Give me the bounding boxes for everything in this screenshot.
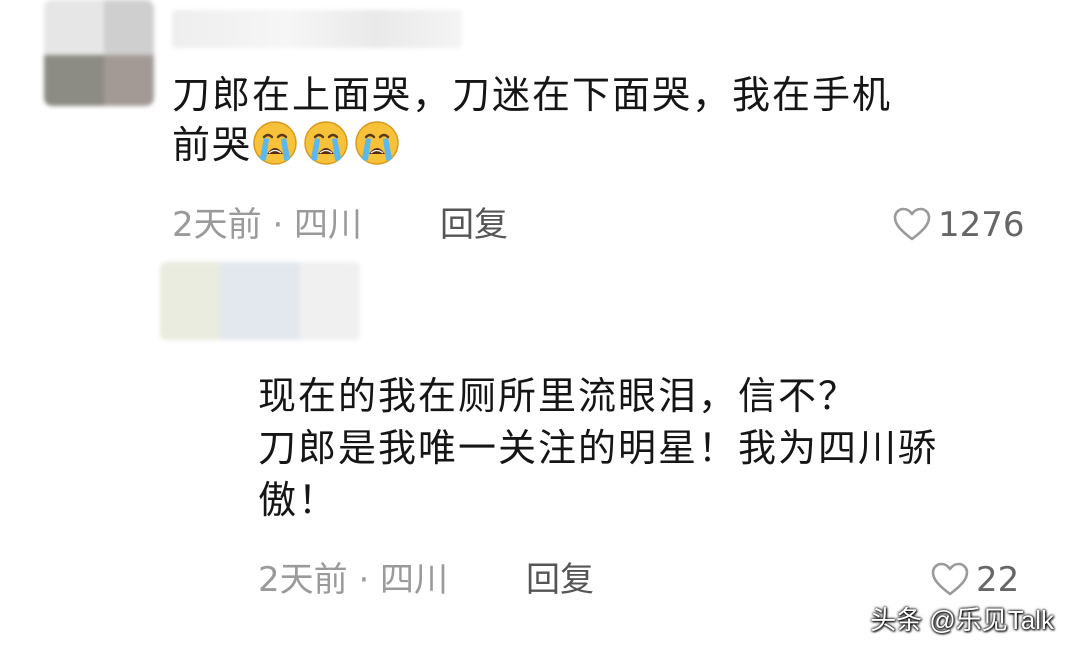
comment-line: 前哭: [172, 120, 892, 170]
loudly-crying-face-emoji: [304, 121, 348, 165]
heart-outline-icon: [893, 207, 931, 241]
comment-body: 现在的我在厕所里流眼泪，信不？ 刀郎是我唯一关注的明星！我为四川骄 傲！: [258, 370, 938, 526]
username-redacted[interactable]: [172, 10, 462, 48]
emoji-group: [252, 121, 405, 167]
heart-outline-icon: [931, 562, 969, 596]
like-count: 22: [976, 560, 1020, 600]
like-count: 1276: [938, 205, 1025, 245]
like-button[interactable]: 22: [930, 560, 1019, 600]
watermark: 头条 @乐见Talk: [870, 605, 1054, 635]
reply-button[interactable]: 回复: [526, 560, 594, 600]
comment-time-location: 2天前 · 四川: [258, 560, 449, 600]
comment-line: 刀郎是我唯一关注的明星！我为四川骄: [258, 426, 939, 470]
avatar[interactable]: [160, 262, 360, 340]
next-comment-partial: [258, 638, 558, 658]
comment-line: 傲！: [258, 478, 339, 522]
comment-time-location: 2天前 · 四川: [172, 205, 363, 245]
comment-body: 刀郎在上面哭，刀迷在下面哭，我在手机 前哭: [172, 70, 892, 170]
comment-line: 现在的我在厕所里流眼泪，信不？: [258, 374, 859, 418]
loudly-crying-face-emoji: [355, 121, 399, 165]
loudly-crying-face-emoji: [253, 121, 297, 165]
avatar[interactable]: [44, 0, 154, 106]
like-button[interactable]: 1276: [892, 205, 1025, 245]
comment-line: 刀郎在上面哭，刀迷在下面哭，我在手机: [172, 73, 893, 117]
reply-button[interactable]: 回复: [440, 205, 508, 245]
